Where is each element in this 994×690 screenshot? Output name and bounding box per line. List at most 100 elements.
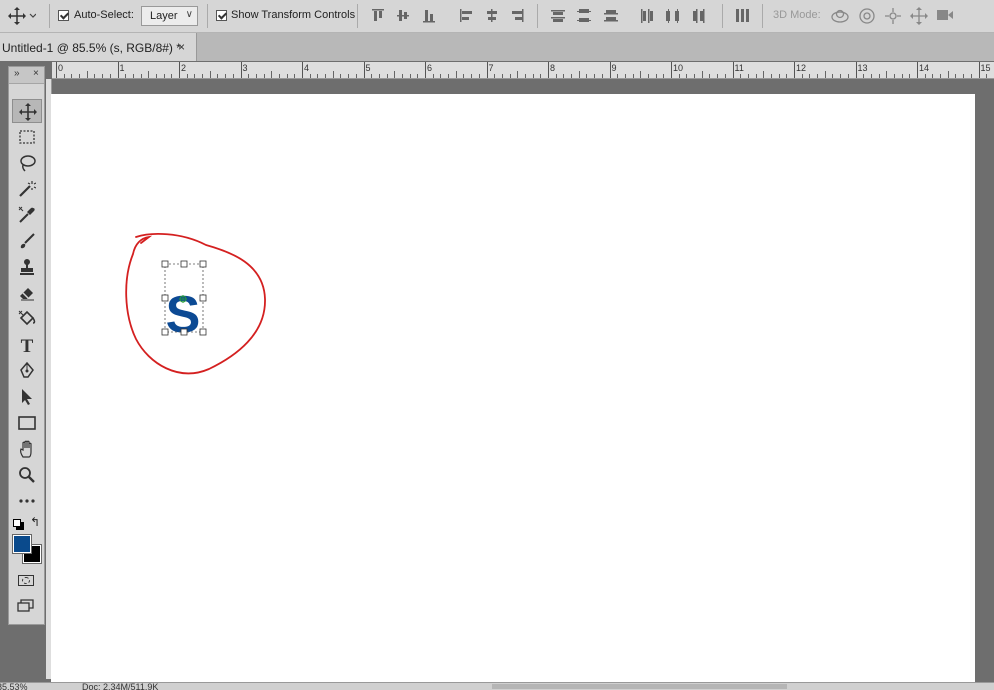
- separator: [207, 4, 208, 28]
- ruler-major-tick: [56, 62, 57, 78]
- more-tools[interactable]: [12, 489, 42, 513]
- ruler-minor-tick: [717, 74, 718, 78]
- transform-handle: [162, 329, 168, 335]
- align-bottom-edges-icon[interactable]: [422, 8, 436, 24]
- quick-mask-button[interactable]: [18, 575, 34, 586]
- arrow-icon: [18, 388, 36, 406]
- ruler-minor-tick: [625, 74, 626, 78]
- close-icon[interactable]: ×: [33, 68, 39, 79]
- ruler-minor-tick: [902, 74, 903, 78]
- ruler-minor-tick: [217, 74, 218, 78]
- 3d-orbit-icon[interactable]: [830, 7, 850, 25]
- ruler-minor-tick: [156, 74, 157, 78]
- ruler-minor-tick: [348, 74, 349, 78]
- ruler-minor-tick: [410, 74, 411, 78]
- align-vertical-centers-icon[interactable]: [396, 8, 410, 24]
- ruler-minor-tick: [287, 74, 288, 78]
- ruler-minor-tick: [602, 74, 603, 78]
- ruler-minor-tick: [702, 71, 703, 78]
- toolbox-header[interactable]: » ×: [9, 67, 44, 84]
- brush-icon: [18, 232, 36, 250]
- 3d-camera-icon[interactable]: [936, 8, 954, 22]
- horizontal-ruler[interactable]: 0123456789101112131415: [52, 62, 994, 79]
- distribute-horizontal-centers-icon[interactable]: [665, 8, 681, 24]
- ruler-minor-tick: [640, 71, 641, 78]
- horizontal-scrollbar[interactable]: [492, 684, 787, 689]
- ruler-minor-tick: [571, 74, 572, 78]
- ruler-minor-tick: [817, 74, 818, 78]
- screen-mode-button[interactable]: [17, 599, 35, 612]
- ruler-minor-tick: [317, 74, 318, 78]
- default-colors-icon[interactable]: [13, 519, 23, 529]
- align-right-edges-icon[interactable]: [510, 8, 524, 24]
- ruler-major-tick: [118, 62, 119, 78]
- move-tool[interactable]: [12, 99, 42, 123]
- collapse-icon[interactable]: »: [14, 68, 20, 79]
- auto-select-target-dropdown[interactable]: Layer ∨: [141, 6, 198, 26]
- ruler-minor-tick: [340, 74, 341, 78]
- auto-select-checkbox[interactable]: [58, 10, 69, 21]
- stamp-tool[interactable]: [12, 255, 42, 279]
- eraser-tool[interactable]: [12, 281, 42, 305]
- ruler-minor-tick: [394, 71, 395, 78]
- toolbox-panel: » × T ↰: [8, 66, 45, 625]
- close-icon[interactable]: ×: [178, 40, 185, 54]
- eyedropper-tool[interactable]: [12, 203, 42, 227]
- ruler-minor-tick: [202, 74, 203, 78]
- distribute-vertical-centers-icon[interactable]: [576, 8, 592, 24]
- chevron-down-icon: ∨: [186, 9, 193, 20]
- ruler-minor-tick: [771, 74, 772, 78]
- rectangle-tool[interactable]: [12, 411, 42, 435]
- ruler-minor-tick: [779, 74, 780, 78]
- ruler-minor-tick: [617, 74, 618, 78]
- show-transform-checkbox[interactable]: [216, 10, 227, 21]
- pen-tool[interactable]: [12, 359, 42, 383]
- ruler-minor-tick: [563, 74, 564, 78]
- ruler-major-tick: [302, 62, 303, 78]
- 3d-slide-icon[interactable]: [909, 7, 929, 25]
- ruler-minor-tick: [948, 71, 949, 78]
- distribute-right-icon[interactable]: [691, 8, 707, 24]
- marquee-tool[interactable]: [12, 125, 42, 149]
- brush-tool[interactable]: [12, 229, 42, 253]
- align-left-edges-icon[interactable]: [459, 8, 473, 24]
- ruler-minor-tick: [879, 74, 880, 78]
- ruler-minor-tick: [417, 74, 418, 78]
- document-tab-bar: Untitled-1 @ 85.5% (s, RGB/8#) * ×: [0, 33, 994, 61]
- paint-bucket-tool[interactable]: [12, 307, 42, 331]
- distribute-left-icon[interactable]: [639, 8, 655, 24]
- align-horizontal-centers-icon[interactable]: [485, 8, 499, 24]
- foreground-color-swatch[interactable]: [13, 535, 31, 553]
- document-tab[interactable]: Untitled-1 @ 85.5% (s, RGB/8#) * ×: [0, 33, 197, 61]
- transform-handle: [181, 261, 187, 267]
- swap-colors-icon[interactable]: ↰: [30, 515, 40, 529]
- document-canvas[interactable]: S: [51, 94, 975, 682]
- move-tool-preset[interactable]: [8, 7, 36, 25]
- separator: [49, 4, 50, 28]
- hand-tool[interactable]: [12, 437, 42, 461]
- ruler-major-tick: [856, 62, 857, 78]
- ruler-minor-tick: [886, 71, 887, 78]
- auto-align-layers-icon[interactable]: [735, 8, 749, 24]
- magic-wand-tool[interactable]: [12, 177, 42, 201]
- ruler-minor-tick: [863, 74, 864, 78]
- quick-mask-icon: [22, 577, 30, 584]
- ruler-label: 10: [673, 63, 683, 73]
- pen-icon: [18, 362, 36, 380]
- align-top-edges-icon[interactable]: [371, 8, 385, 24]
- ruler-minor-tick: [502, 74, 503, 78]
- ruler-minor-tick: [71, 74, 72, 78]
- type-tool[interactable]: T: [12, 333, 42, 357]
- zoom-tool[interactable]: [12, 463, 42, 487]
- distribute-bottom-icon[interactable]: [603, 8, 619, 24]
- ruler-label: 1: [120, 63, 125, 73]
- ruler-minor-tick: [325, 74, 326, 78]
- path-selection-tool[interactable]: [12, 385, 42, 409]
- distribute-top-icon[interactable]: [550, 8, 566, 24]
- ruler-minor-tick: [356, 74, 357, 78]
- 3d-roll-icon[interactable]: [858, 7, 876, 25]
- lasso-tool[interactable]: [12, 151, 42, 175]
- ruler-minor-tick: [748, 74, 749, 78]
- 3d-pan-icon[interactable]: [884, 7, 902, 25]
- ruler-minor-tick: [463, 74, 464, 78]
